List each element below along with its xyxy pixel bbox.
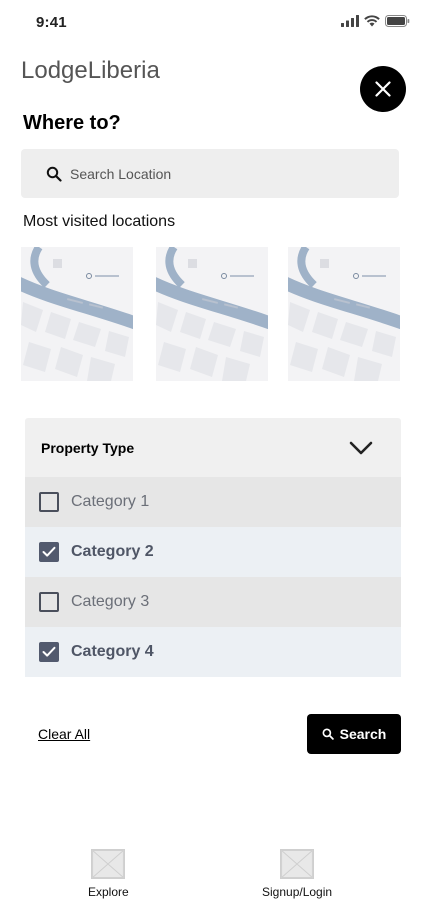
search-button-label: Search	[339, 726, 387, 742]
category-label: Category 3	[71, 593, 150, 610]
category-checkbox[interactable]	[39, 592, 59, 612]
battery-icon	[385, 15, 410, 27]
most-visited-heading: Most visited locations	[23, 213, 176, 230]
wifi-icon	[364, 15, 380, 27]
check-icon	[42, 546, 56, 557]
tab-label: Signup/Login	[262, 885, 333, 899]
location-thumbnail[interactable]	[156, 247, 268, 381]
status-time: 9:41	[36, 14, 67, 31]
category-option-4[interactable]: Category 4	[25, 627, 401, 677]
property-type-dropdown: Property Type Category 1 Category 2 Cate…	[25, 418, 401, 677]
image-placeholder-icon	[91, 849, 126, 879]
search-icon	[46, 166, 62, 182]
tab-signup-login[interactable]: Signup/Login	[262, 849, 332, 899]
where-to-heading: Where to?	[23, 112, 121, 134]
signal-icon	[341, 15, 359, 27]
app-title: LodgeLiberia	[21, 57, 160, 84]
category-option-3[interactable]: Category 3	[25, 577, 401, 627]
status-bar: 9:41	[0, 0, 428, 44]
check-icon	[42, 646, 56, 657]
image-placeholder-icon	[280, 849, 315, 879]
close-icon	[375, 81, 391, 97]
search-box[interactable]	[21, 149, 399, 198]
property-type-title: Property Type	[41, 439, 135, 456]
search-button[interactable]: Search	[307, 714, 401, 754]
category-checkbox[interactable]	[39, 542, 59, 562]
property-type-header[interactable]: Property Type	[25, 418, 401, 477]
category-checkbox[interactable]	[39, 492, 59, 512]
category-label: Category 2	[71, 543, 154, 560]
search-icon	[322, 728, 334, 740]
category-option-1[interactable]: Category 1	[25, 477, 401, 527]
close-button[interactable]	[360, 66, 406, 112]
category-label: Category 1	[71, 493, 150, 510]
location-thumbnail[interactable]	[21, 247, 133, 381]
status-icons	[341, 15, 410, 27]
tab-explore[interactable]: Explore	[88, 849, 129, 899]
map-image	[156, 247, 268, 381]
category-label: Category 4	[71, 643, 154, 660]
tab-label: Explore	[88, 885, 129, 899]
location-thumbnail[interactable]	[288, 247, 400, 381]
search-input[interactable]	[70, 165, 370, 182]
map-image	[21, 247, 133, 381]
category-checkbox[interactable]	[39, 642, 59, 662]
map-image	[288, 247, 400, 381]
category-option-2[interactable]: Category 2	[25, 527, 401, 577]
clear-all-link[interactable]: Clear All	[38, 726, 90, 742]
chevron-down-icon	[349, 441, 373, 454]
